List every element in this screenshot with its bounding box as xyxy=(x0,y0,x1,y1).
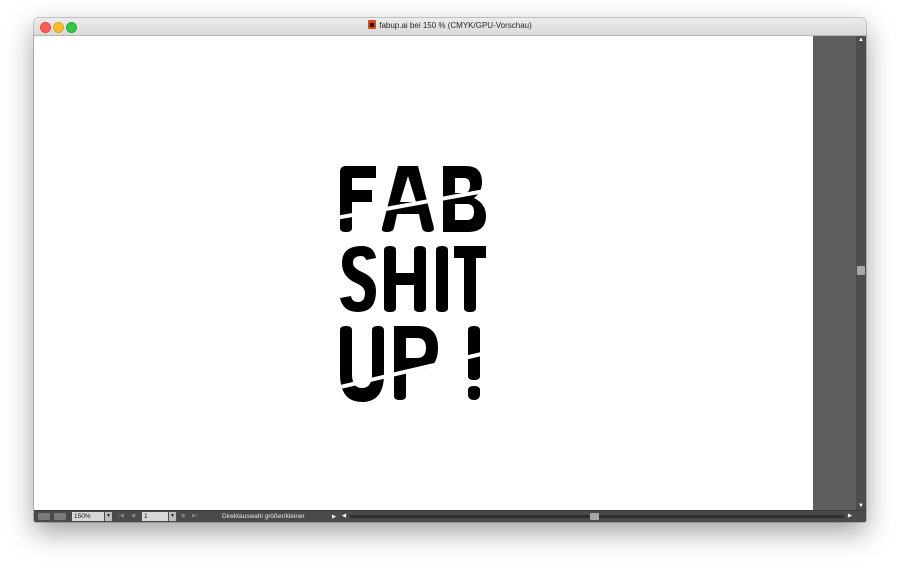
glyph-exclamation xyxy=(468,326,480,400)
next-artboard-arrow-icon[interactable]: ▶ xyxy=(180,512,188,521)
glyph-row-up xyxy=(340,326,480,402)
vertical-scroll-thumb[interactable] xyxy=(857,266,865,275)
glyph-h xyxy=(384,246,426,312)
glyph-p xyxy=(394,326,438,400)
glyph-f xyxy=(340,166,376,232)
horizontal-scroll-thumb[interactable] xyxy=(590,513,599,520)
artboard-navigation-icon[interactable] xyxy=(38,513,50,520)
scroll-left-arrow-icon[interactable]: ◀ xyxy=(340,512,348,521)
glyph-i xyxy=(436,246,448,312)
status-menu-arrow-icon[interactable]: ▶ xyxy=(332,512,336,522)
last-artboard-arrow-icon[interactable]: ▶| xyxy=(191,512,199,521)
horizontal-scrollbar[interactable]: ◀ ▶ xyxy=(340,512,854,521)
share-export-icon[interactable] xyxy=(54,513,66,520)
glyph-row-fab xyxy=(340,166,486,232)
glyph-row-shit xyxy=(340,246,486,312)
artwork-glyphs xyxy=(340,166,486,402)
illustrator-file-icon xyxy=(368,20,377,29)
fab-shit-up-artwork[interactable] xyxy=(340,166,486,402)
glyph-t xyxy=(454,246,486,312)
zoom-level-field[interactable]: 150% xyxy=(72,512,104,521)
zoom-dropdown-chevron-icon[interactable]: ▼ xyxy=(105,512,112,521)
artboard-number-field[interactable]: 1 xyxy=(142,512,168,521)
scroll-right-arrow-icon[interactable]: ▶ xyxy=(846,512,854,521)
scroll-down-arrow-icon[interactable]: ▼ xyxy=(857,502,865,510)
first-artboard-arrow-icon[interactable]: |◀ xyxy=(117,512,125,521)
glyph-s xyxy=(340,246,376,312)
cut-up xyxy=(340,350,486,390)
artboard-dropdown-chevron-icon[interactable]: ▼ xyxy=(169,512,176,521)
vertical-scrollbar[interactable]: ▲ ▼ xyxy=(856,36,866,510)
window-title-text: fabup.ai bei 150 % (CMYK/GPU-Vorschau) xyxy=(379,21,532,30)
pasteboard-area[interactable] xyxy=(813,36,856,510)
window-title: fabup.ai bei 150 % (CMYK/GPU-Vorschau) xyxy=(34,20,866,32)
glyph-u xyxy=(340,326,384,402)
illustrator-document-window: fabup.ai bei 150 % (CMYK/GPU-Vorschau) ▲… xyxy=(34,18,866,522)
scroll-up-arrow-icon[interactable]: ▲ xyxy=(857,36,865,44)
glyph-a xyxy=(381,166,434,232)
document-status-bar: 150% ▼ |◀ ◀ 1 ▼ ▶ ▶| Direktauswahl größe… xyxy=(34,510,866,522)
window-titlebar[interactable]: fabup.ai bei 150 % (CMYK/GPU-Vorschau) xyxy=(34,18,866,36)
previous-artboard-arrow-icon[interactable]: ◀ xyxy=(129,512,137,521)
status-info-text[interactable]: Direktauswahl größer/kleiner xyxy=(222,512,305,522)
